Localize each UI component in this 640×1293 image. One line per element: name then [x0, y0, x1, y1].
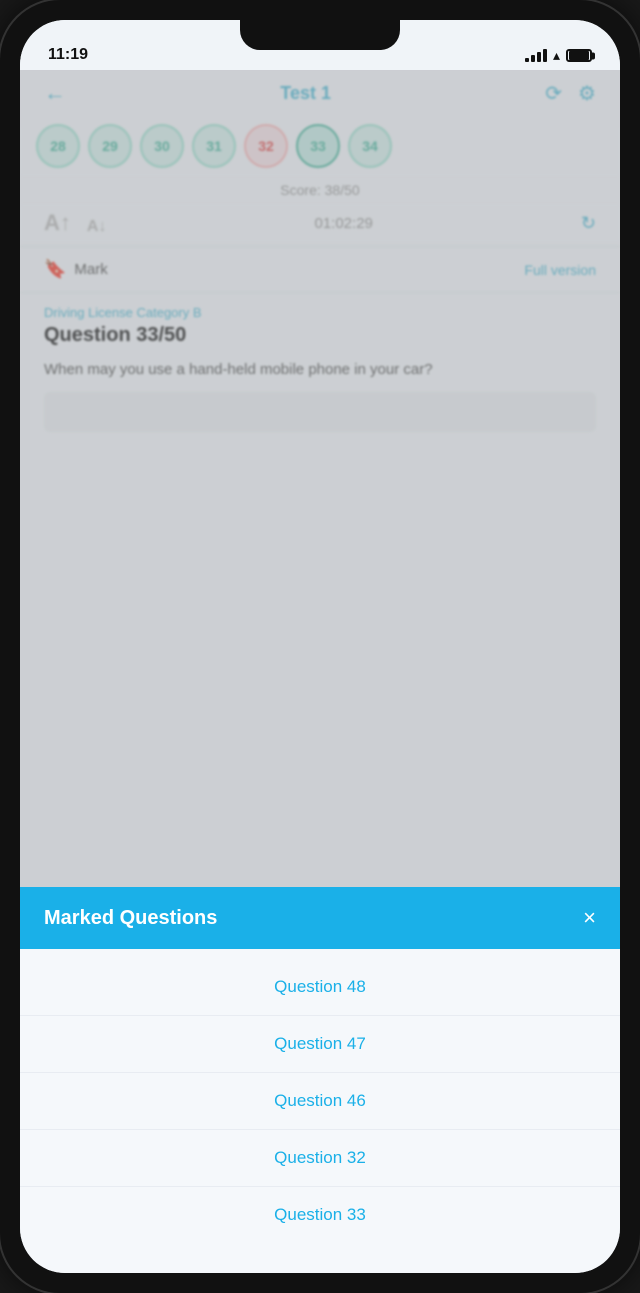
main-content: ← Test 1 ⟳ ⚙ 28 29 30: [20, 70, 620, 1273]
marked-question-item-2[interactable]: Question 47: [20, 1016, 620, 1073]
status-time: 11:19: [48, 46, 88, 64]
battery-icon: [566, 49, 592, 62]
modal-close-button[interactable]: ×: [583, 905, 596, 931]
modal-title: Marked Questions: [44, 907, 217, 930]
phone-frame: 11:19 ▴: [0, 0, 640, 1293]
modal-overlay: Marked Questions × Question 48 Question …: [20, 70, 620, 1273]
marked-question-item-1[interactable]: Question 48: [20, 959, 620, 1016]
wifi-icon: ▴: [553, 47, 560, 64]
modal-body: Question 48 Question 47 Question 46 Ques…: [20, 949, 620, 1273]
signal-icon: [525, 49, 547, 62]
marked-question-item-3[interactable]: Question 46: [20, 1073, 620, 1130]
marked-question-item-4[interactable]: Question 32: [20, 1130, 620, 1187]
modal-header: Marked Questions ×: [20, 887, 620, 949]
phone-screen: 11:19 ▴: [20, 20, 620, 1273]
status-icons: ▴: [525, 47, 592, 64]
modal-panel: Marked Questions × Question 48 Question …: [20, 887, 620, 1273]
marked-question-item-5[interactable]: Question 33: [20, 1187, 620, 1243]
notch: [240, 20, 400, 50]
